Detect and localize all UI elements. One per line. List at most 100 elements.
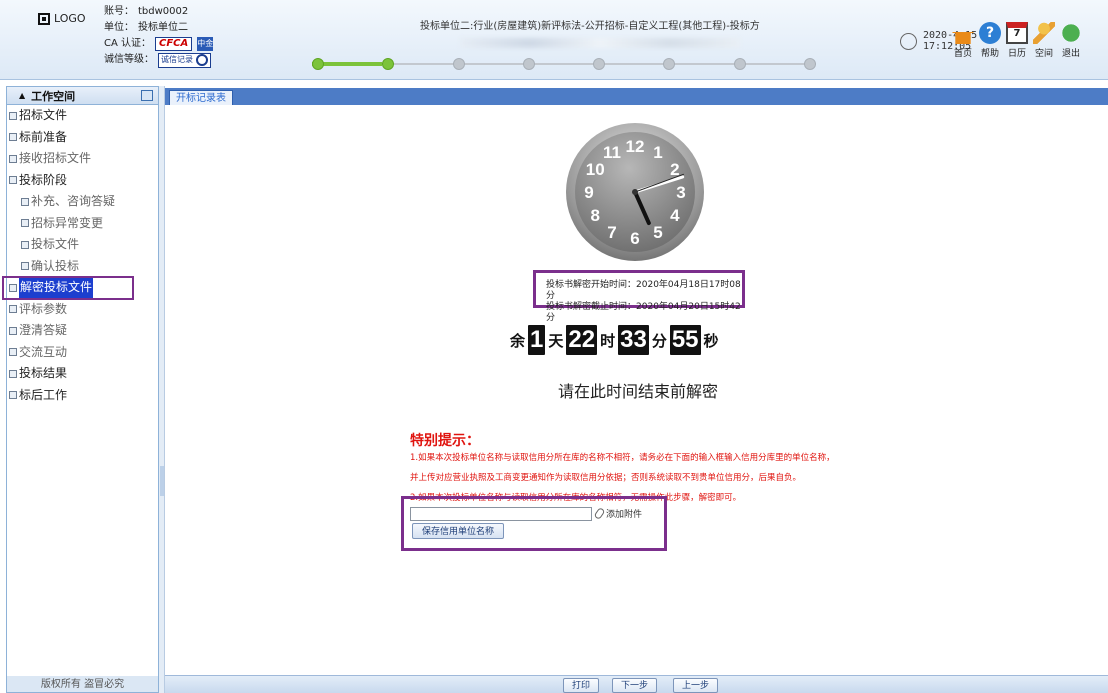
space-icon xyxy=(1033,22,1055,44)
clock-number: 4 xyxy=(670,206,680,225)
sidebar-item-label: 澄清答疑 xyxy=(19,323,68,337)
cfca-badge-text: CFCA xyxy=(159,38,189,49)
sidebar-item-5[interactable]: 招标异常变更 xyxy=(7,213,158,235)
sidebar-item-1[interactable]: 标前准备 xyxy=(7,127,158,149)
sidebar-item-label: 评标参数 xyxy=(19,301,68,316)
sidebar-item-label: 投标阶段 xyxy=(19,172,68,187)
sidebar-item-label: 接收招标文件 xyxy=(19,151,92,165)
countdown: 余 1 天 22 时 33 分 55 秒 xyxy=(510,325,719,355)
credit-label: 诚信等级： xyxy=(104,54,154,65)
progress-step-6 xyxy=(663,58,675,70)
countdown-seconds-unit: 秒 xyxy=(703,331,719,350)
sidebar-item-6[interactable]: 投标文件 xyxy=(7,234,158,256)
sidebar-item-label: 确认投标 xyxy=(31,258,80,273)
toolbar: 首页 ? 帮助 7 日历 空间 退出 xyxy=(952,22,1082,59)
progress-step-1 xyxy=(312,58,324,70)
cfca-badge[interactable]: CFCA xyxy=(155,37,193,51)
help-button[interactable]: ? 帮助 xyxy=(979,22,1001,59)
home-button[interactable]: 首页 xyxy=(952,22,974,59)
decrypt-time-box: 投标书解密开始时间：2020年04月18日17时08分 投标书解密截止时间：20… xyxy=(533,270,745,323)
credit-record-icon xyxy=(196,54,208,66)
sidebar-item-9[interactable]: 评标参数 xyxy=(7,299,158,321)
unit-value: 投标单位二 xyxy=(138,22,188,33)
countdown-minutes: 33 xyxy=(618,325,649,355)
blurred-project-detail xyxy=(460,38,740,48)
sidebar-item-0[interactable]: 招标文件 xyxy=(7,105,158,127)
sidebar-item-3[interactable]: 投标阶段 xyxy=(7,170,158,192)
sidebar-item-11[interactable]: 交流互动 xyxy=(7,342,158,364)
help-label: 帮助 xyxy=(980,49,999,59)
sidebar-title: 工作空间 xyxy=(31,89,76,103)
save-credit-unit-button[interactable]: 保存信用单位名称 xyxy=(412,523,505,539)
calendar-label: 日历 xyxy=(1007,49,1026,59)
exit-label: 退出 xyxy=(1061,49,1080,59)
sidebar-item-label: 交流互动 xyxy=(19,344,68,359)
next-step-button[interactable]: 下一步 xyxy=(612,678,658,693)
clock-number: 11 xyxy=(603,143,621,162)
countdown-hours: 22 xyxy=(566,325,598,355)
tree-node-icon xyxy=(9,305,17,314)
sidebar-item-10[interactable]: 澄清答疑 xyxy=(7,320,158,342)
sidebar-item-8[interactable]: 解密投标文件 xyxy=(2,276,134,300)
tab-bid-opening-record[interactable]: 开标记录表 xyxy=(169,90,233,105)
sidebar-item-label: 解密投标文件 xyxy=(19,277,94,299)
sidebar-item-label: 招标文件 xyxy=(19,108,68,122)
paperclip-icon xyxy=(593,506,606,521)
progress-step-7 xyxy=(734,58,746,70)
clock-number: 9 xyxy=(584,183,593,202)
tree-node-icon xyxy=(21,219,29,228)
splitter-grip[interactable] xyxy=(160,466,164,496)
logo-text: LOGO xyxy=(54,12,86,25)
progress-step-8 xyxy=(804,58,816,70)
sidebar-header[interactable]: ▲ 工作空间 xyxy=(7,87,158,105)
space-button[interactable]: 空间 xyxy=(1033,22,1055,59)
account-info: 账号： tbdw0002 单位： 投标单位二 CA 认证： CFCA 中金 诚信等级： 诚… xyxy=(104,4,214,68)
prev-step-button[interactable]: 上一步 xyxy=(673,678,719,693)
sidebar-item-4[interactable]: 补充、咨询答疑 xyxy=(7,191,158,213)
header: LOGO 账号： tbdw0002 单位： 投标单位二 CA 认证： CFCA 中金 诚… xyxy=(0,0,1108,80)
countdown-hours-unit: 时 xyxy=(600,331,616,350)
notice-line-1: 1.如果本次投标单位名称与读取信用分所在库的名称不相符，请务必在下面的输入框输入… xyxy=(410,453,835,463)
tree-node-icon xyxy=(21,240,29,249)
tree-node-icon xyxy=(9,154,17,163)
print-button[interactable]: 打印 xyxy=(563,678,600,693)
exit-button[interactable]: 退出 xyxy=(1060,22,1082,59)
home-icon xyxy=(952,22,974,44)
add-attachment-link[interactable]: 添加附件 xyxy=(593,506,643,521)
home-label: 首页 xyxy=(953,49,972,59)
help-icon: ? xyxy=(979,22,1001,44)
countdown-days-unit: 天 xyxy=(548,331,564,350)
add-attachment-label: 添加附件 xyxy=(606,510,643,520)
credit-record-text: 诚信记录 xyxy=(161,55,193,64)
bottom-bar: 打印 下一步 上一步 xyxy=(165,675,1108,693)
clock-icon xyxy=(900,32,917,50)
clock-number: 3 xyxy=(676,183,685,202)
notice-line-2: 并上传对应营业执照及工商变更通知作为读取信用分依据；否则系统读取不到贵单位信用分… xyxy=(410,473,802,483)
decrypt-prompt: 请在此时间结束前解密 xyxy=(557,382,718,401)
calendar-icon: 7 xyxy=(1006,22,1028,44)
credit-record-badge[interactable]: 诚信记录 xyxy=(158,52,211,68)
calendar-button[interactable]: 7 日历 xyxy=(1006,22,1028,59)
clock-number: 7 xyxy=(607,223,616,242)
sidebar-item-2[interactable]: 接收招标文件 xyxy=(7,148,158,170)
tree-node-icon xyxy=(9,133,17,142)
project-title: 投标单位二:行业(房屋建筑)新评标法-公开招标-自定义工程(其他工程)-投标方 xyxy=(420,21,760,32)
clock-number: 5 xyxy=(653,223,662,242)
logo: LOGO xyxy=(38,12,86,25)
account-label: 账号： xyxy=(104,6,134,17)
sidebar-collapse-icon[interactable] xyxy=(141,90,153,101)
credit-unit-name-input[interactable] xyxy=(410,507,592,521)
sidebar-item-label: 投标文件 xyxy=(31,237,80,251)
copyright: 版权所有 盗冒必究 xyxy=(7,676,158,692)
tab-bar: 开标记录表 xyxy=(165,88,1108,105)
tree-node-icon xyxy=(9,283,17,292)
progress-stepper xyxy=(312,58,816,70)
tree-node-icon xyxy=(9,176,17,185)
countdown-prefix: 余 xyxy=(510,331,526,350)
clock-number: 12 xyxy=(626,137,645,156)
ca-label: CA 认证： xyxy=(104,38,152,49)
countdown-days: 1 xyxy=(528,325,546,355)
notice-title: 特别提示： xyxy=(410,433,480,449)
unit-label: 单位： xyxy=(104,22,134,33)
sidebar-item-7[interactable]: 确认投标 xyxy=(7,256,158,278)
